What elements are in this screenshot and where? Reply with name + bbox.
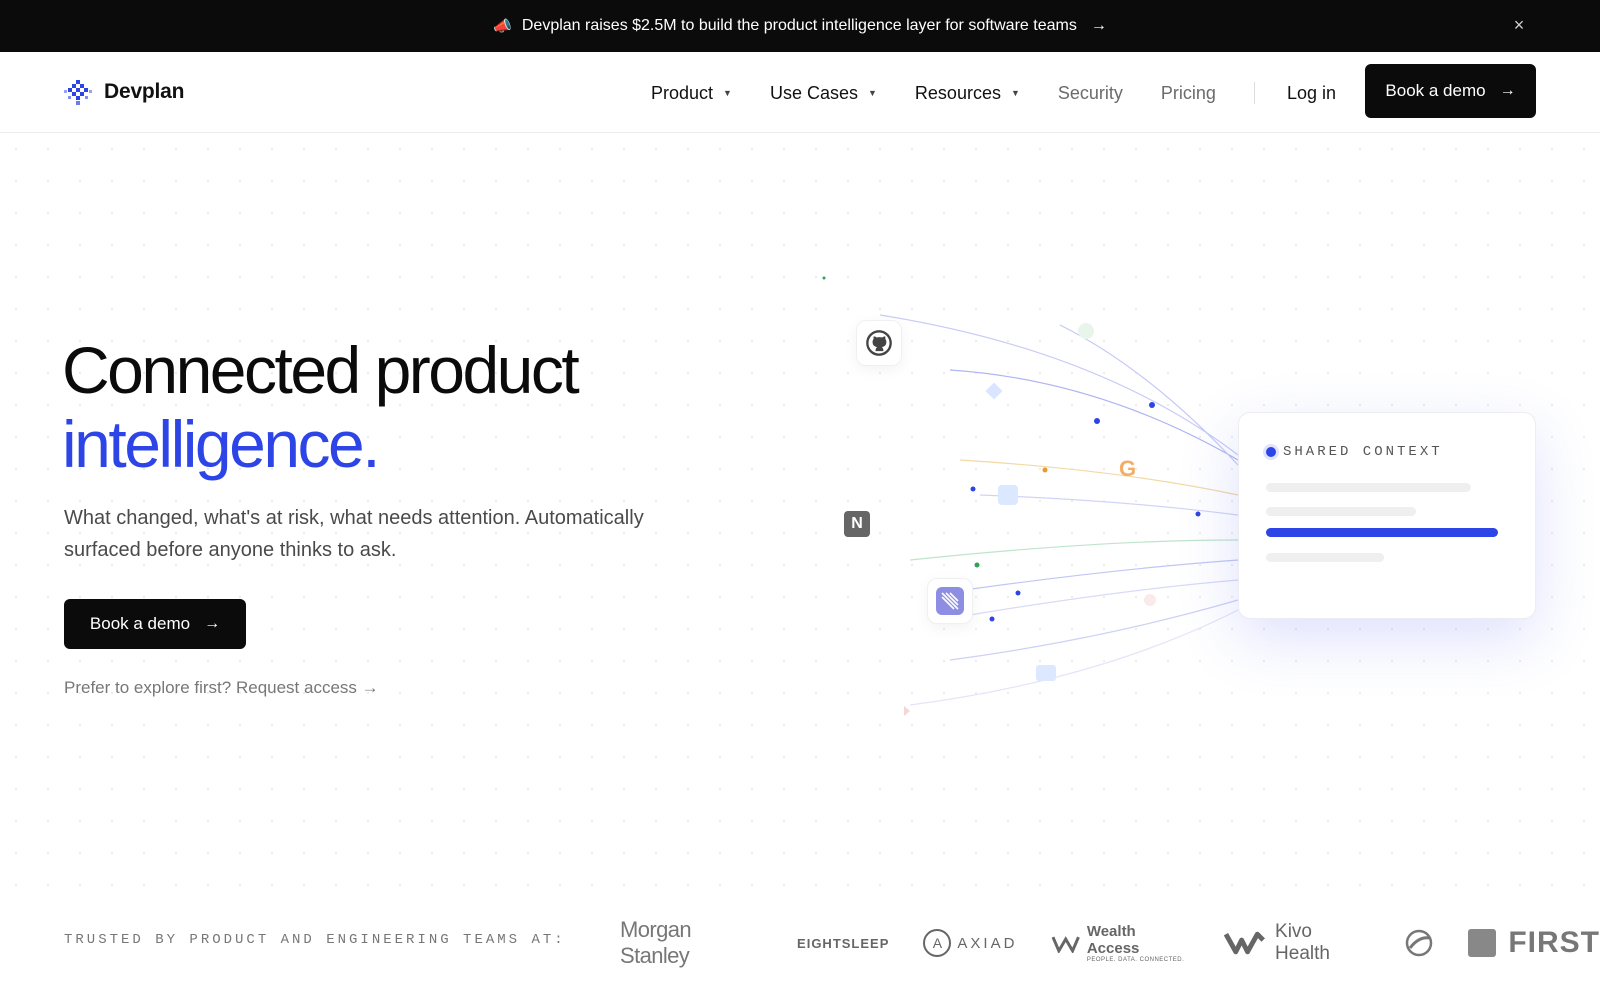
logo-text: EIGHT	[797, 935, 842, 951]
placeholder-bar	[1266, 483, 1471, 492]
caret-down-icon: ▼	[868, 88, 877, 98]
linear-tile	[927, 578, 973, 624]
faded-tile	[998, 485, 1018, 505]
hero-title: Connected product intelligence.	[62, 333, 580, 481]
logo-kivo-health: Kivo Health	[1223, 921, 1370, 965]
faded-blob	[1144, 594, 1156, 606]
notion-icon: N	[844, 511, 870, 537]
signal-dot	[989, 616, 995, 622]
button-label: Book a demo	[1385, 81, 1486, 100]
signal-dot	[970, 486, 976, 492]
connector-line	[969, 579, 1239, 616]
nav-links: Product ▼ Use Cases ▼ Resources ▼ Securi…	[651, 78, 1336, 108]
github-icon	[866, 330, 892, 356]
wealth-access-mark-icon	[1052, 936, 1081, 953]
brand-name: Devplan	[104, 80, 185, 103]
logo-axiad: A AXIAD	[923, 929, 1017, 957]
signal-dot	[974, 562, 980, 568]
hero-title-line1: Connected product	[62, 333, 580, 407]
swirl-logo-icon	[1406, 929, 1433, 957]
hero-title-accent: intelligence.	[62, 407, 381, 481]
signal-dot	[1195, 511, 1201, 517]
axiad-mark-icon: A	[923, 929, 952, 957]
github-tile	[856, 320, 902, 366]
logo-wealth-access: Wealth Access PEOPLE. DATA. CONNECTED.	[1051, 923, 1189, 963]
notion-tile: N	[836, 503, 878, 545]
nav-item-security[interactable]: Security	[1058, 83, 1123, 104]
connector-line	[909, 609, 1239, 706]
signal-dot	[1149, 402, 1155, 408]
connector-line	[879, 314, 1239, 456]
arrow-right-icon: →	[1090, 17, 1107, 34]
top-nav: Devplan Product ▼ Use Cases ▼ Resources …	[0, 52, 1600, 133]
login-link[interactable]: Log in	[1287, 83, 1336, 104]
caret-down-icon: ▼	[723, 88, 732, 98]
kivo-mark-icon	[1223, 931, 1265, 955]
diamond-shape	[985, 382, 1003, 400]
devplan-logo-icon	[64, 80, 92, 105]
logo-text: FIRST	[1508, 926, 1600, 959]
megaphone-icon: 📣	[493, 18, 512, 35]
nav-label: Product	[651, 82, 714, 103]
nav-label: Use Cases	[769, 82, 858, 103]
linear-icon	[936, 587, 964, 615]
logo-eight-sleep: EIGHT SLEEP	[797, 937, 889, 950]
signal-dot	[1094, 418, 1100, 424]
hero-subtitle: What changed, what's at risk, what needs…	[64, 507, 644, 561]
logo-text: Wealth Access	[1086, 923, 1140, 957]
logo-text: SLEEP	[841, 935, 890, 951]
logo-swirl-mark	[1404, 928, 1434, 958]
logo-first: FIRST	[1468, 926, 1600, 960]
caret-down-icon: ▼	[1010, 88, 1020, 98]
nav-book-demo-button[interactable]: Book a demo →	[1365, 64, 1536, 118]
logo-tagline: PEOPLE. DATA. CONNECTED.	[1086, 957, 1185, 963]
placeholder-bar	[1266, 507, 1416, 516]
faded-shape	[904, 706, 910, 716]
nav-item-use-cases[interactable]: Use Cases ▼	[770, 83, 877, 104]
logo-text: Kivo Health	[1275, 921, 1330, 964]
nav-item-resources[interactable]: Resources ▼	[915, 83, 1020, 104]
nav-divider	[1253, 82, 1255, 104]
signal-dot	[1015, 590, 1021, 596]
card-label: SHARED CONTEXT	[1283, 444, 1443, 460]
signal-dot	[1042, 467, 1048, 473]
nav-item-product[interactable]: Product ▼	[651, 83, 732, 104]
shared-context-card: SHARED CONTEXT	[1238, 412, 1536, 619]
logo-text: AXIAD	[957, 934, 1018, 952]
brand-logo[interactable]: Devplan	[64, 78, 184, 106]
trusted-by-label: TRUSTED BY PRODUCT AND ENGINEERING TEAMS…	[64, 932, 566, 948]
placeholder-bar	[1266, 553, 1384, 562]
google-icon: G	[1119, 456, 1137, 481]
first-mark-icon	[1468, 929, 1497, 957]
close-icon[interactable]: ×	[1508, 14, 1530, 36]
arrow-right-icon: →	[204, 615, 221, 632]
logo-morgan-stanley: Morgan Stanley	[620, 917, 692, 968]
request-access-link[interactable]: Prefer to explore first? Request access …	[64, 678, 379, 698]
button-label: Book a demo	[89, 614, 191, 633]
announcement-bar[interactable]: 📣 Devplan raises $2.5M to build the prod…	[0, 0, 1600, 52]
faded-tile	[1036, 665, 1056, 681]
customer-logos: Morgan Stanley EIGHT SLEEP A AXIAD Wealt…	[620, 917, 1600, 968]
announcement-text[interactable]: Devplan raises $2.5M to build the produc…	[522, 17, 1077, 35]
faded-blob	[1078, 323, 1094, 339]
arrow-right-icon: →	[1499, 82, 1516, 99]
hero-book-demo-button[interactable]: Book a demo →	[64, 599, 246, 649]
highlight-bar	[1266, 528, 1498, 537]
nav-label: Resources	[914, 82, 1001, 103]
status-dot	[1266, 447, 1276, 457]
connector-line	[909, 539, 1239, 561]
signal-dot	[822, 276, 826, 280]
nav-item-pricing[interactable]: Pricing	[1161, 83, 1216, 104]
